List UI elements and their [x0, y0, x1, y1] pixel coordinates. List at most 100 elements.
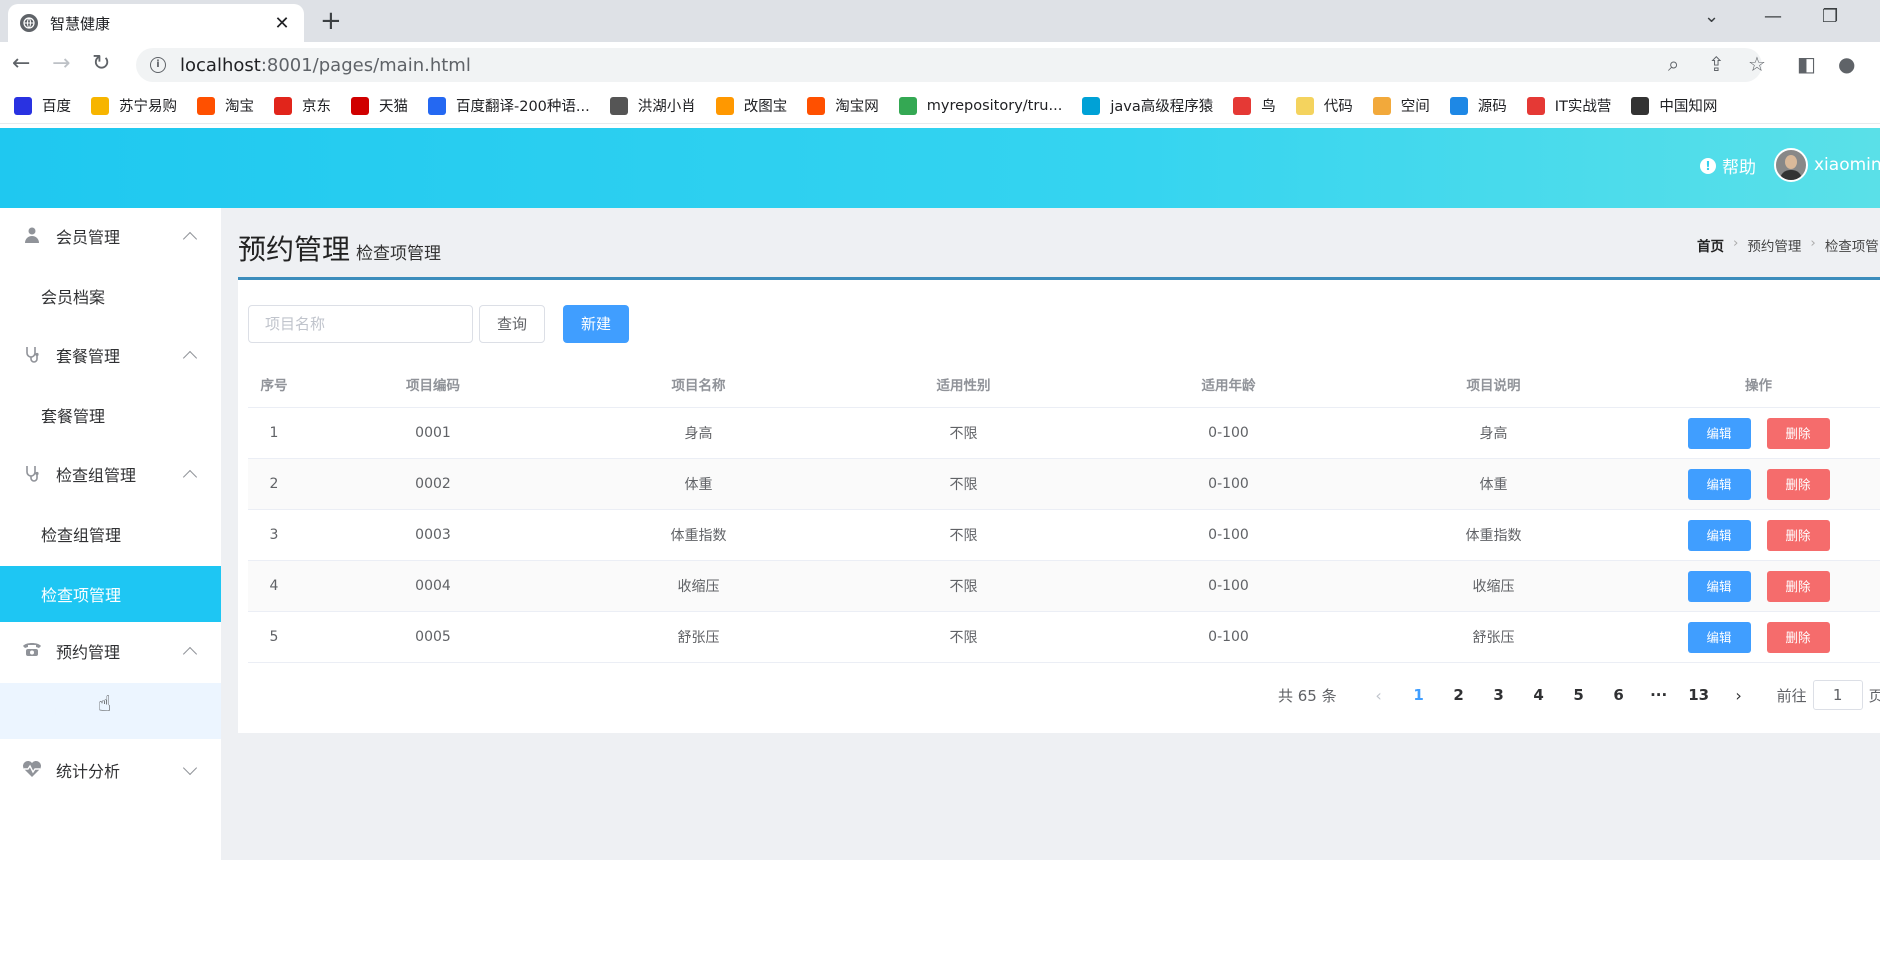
share-icon[interactable]: ⇪	[1708, 52, 1725, 76]
minimize-icon[interactable]: —	[1764, 6, 1782, 27]
table-cell-name: 体重	[684, 477, 713, 493]
table-cell-gender: 不限	[949, 528, 978, 544]
url-host: localhost	[180, 54, 261, 76]
bookmark-item[interactable]: 淘宝	[197, 95, 254, 116]
delete-button[interactable]: 删除	[1766, 468, 1830, 500]
bookmark-item[interactable]: 鸟	[1233, 95, 1276, 116]
new-button[interactable]: 新建	[563, 305, 629, 343]
page-number[interactable]: 6	[1599, 686, 1639, 704]
site-info-icon[interactable]: i	[150, 57, 166, 73]
menu-group-checkgroup[interactable]: 检查组管理	[0, 446, 221, 502]
page-number[interactable]: ···	[1639, 686, 1679, 704]
bookmark-item[interactable]: 淘宝网	[807, 95, 879, 116]
search-input[interactable]	[248, 305, 473, 343]
bookmark-item[interactable]: 京东	[274, 95, 331, 116]
bookmark-item[interactable]: 源码	[1449, 95, 1507, 116]
username: xiaoming	[1814, 155, 1880, 175]
restore-icon[interactable]: ❐	[1822, 6, 1838, 27]
goto-label: 前往	[1776, 686, 1807, 705]
bookmark-label: 源码	[1477, 99, 1507, 115]
bookmark-item[interactable]: 代码	[1295, 95, 1353, 116]
bookmark-label: 鸟	[1261, 99, 1276, 115]
close-tab-icon[interactable]: ✕	[272, 13, 292, 34]
bookmark-item[interactable]: 天猫	[351, 95, 408, 116]
chevron-up-icon	[182, 231, 198, 247]
table-cell-gender: 不限	[949, 579, 978, 595]
user-menu[interactable]: xiaoming	[1774, 148, 1880, 182]
next-page-icon[interactable]: ›	[1719, 686, 1759, 705]
delete-button[interactable]: 删除	[1766, 570, 1830, 602]
page-number[interactable]: 13	[1679, 686, 1719, 704]
query-button[interactable]: 查询	[479, 305, 545, 343]
breadcrumb-home[interactable]: 首页	[1697, 235, 1724, 255]
row-actions: 编辑 删除	[1626, 468, 1880, 500]
pagination-total: 共 65 条	[1278, 686, 1337, 705]
zoom-icon[interactable]: ⌕	[1668, 52, 1679, 76]
table-cell-age: 0-100	[1208, 476, 1249, 492]
page-number[interactable]: 2	[1439, 686, 1479, 704]
edit-button[interactable]: 编辑	[1687, 621, 1751, 653]
forward-icon[interactable]: →	[52, 52, 70, 76]
edit-button[interactable]: 编辑	[1687, 570, 1751, 602]
table-cell-name: 收缩压	[677, 579, 720, 595]
bookmark-star-icon[interactable]: ☆	[1748, 52, 1766, 76]
bookmark-favicon-icon	[1631, 96, 1650, 115]
browser-tab[interactable]: 智慧健康 ✕	[8, 4, 304, 42]
delete-button[interactable]: 删除	[1766, 519, 1830, 551]
edit-button[interactable]: 编辑	[1687, 519, 1751, 551]
side-panel-icon[interactable]: ◧	[1797, 52, 1816, 76]
tab-search-icon[interactable]: ⌄	[1704, 6, 1719, 27]
page-number[interactable]: 5	[1559, 686, 1599, 704]
delete-button[interactable]: 删除	[1766, 621, 1830, 653]
bookmark-favicon-icon	[91, 96, 109, 115]
breadcrumb-item[interactable]: 预约管理	[1747, 235, 1801, 255]
row-actions: 编辑 删除	[1626, 570, 1880, 602]
bookmark-item[interactable]: 苏宁易购	[91, 95, 177, 116]
sidebar-item-checkgroup[interactable]: 检查组管理	[0, 506, 221, 562]
bookmark-item[interactable]: 中国知网	[1631, 95, 1717, 116]
prev-page-icon[interactable]: ‹	[1359, 686, 1399, 705]
goto-page-input[interactable]: 1	[1812, 680, 1863, 710]
menu-group-statistics[interactable]: 统计分析	[0, 742, 221, 798]
edit-button[interactable]: 编辑	[1687, 468, 1751, 500]
bookmark-item[interactable]: 改图宝	[715, 95, 787, 116]
delete-button[interactable]: 删除	[1766, 417, 1830, 449]
bookmark-item[interactable]: java高级程序猿	[1082, 95, 1213, 116]
page-title-sub: 检查项管理	[356, 244, 442, 264]
bookmark-item[interactable]: myrepository/tru...	[898, 96, 1063, 115]
menu-group-package[interactable]: 套餐管理	[0, 327, 221, 383]
sidebar-item-checkitem[interactable]: 检查项管理	[0, 566, 221, 622]
bookmark-label: myrepository/tru...	[926, 97, 1063, 114]
bookmark-favicon-icon	[1295, 96, 1314, 115]
help-link[interactable]: ! 帮助	[1700, 153, 1756, 178]
menu-group-member[interactable]: 会员管理	[0, 208, 221, 264]
bookmark-item[interactable]: 百度翻译-200种语...	[428, 95, 590, 116]
menu-group-appointment[interactable]: 预约管理	[0, 623, 221, 679]
page-number[interactable]: 1	[1399, 686, 1439, 704]
back-icon[interactable]: ←	[12, 52, 30, 76]
profile-icon[interactable]: ●	[1838, 52, 1855, 76]
page-number[interactable]: 3	[1479, 686, 1519, 704]
menu-group-label: 预约管理	[56, 643, 121, 662]
page-number[interactable]: 4	[1519, 686, 1559, 704]
edit-button[interactable]: 编辑	[1687, 417, 1751, 449]
sidebar-item-member-archive[interactable]: 会员档案	[0, 268, 221, 324]
table-cell-code: 0001	[415, 425, 451, 441]
table-cell-name: 舒张压	[677, 630, 720, 646]
table-cell-no: 4	[269, 578, 279, 594]
reload-icon[interactable]: ↻	[92, 52, 110, 76]
column-header: 项目名称	[671, 377, 726, 394]
bookmark-favicon-icon	[609, 96, 628, 115]
bookmark-label: 百度翻译-200种语...	[456, 99, 590, 115]
sidebar-item-package[interactable]: 套餐管理	[0, 387, 221, 443]
bookmark-item[interactable]: 空间	[1372, 95, 1430, 116]
url-field[interactable]: i localhost:8001/pages/main.html	[136, 48, 1762, 82]
bookmark-item[interactable]: 洪湖小肖	[609, 95, 696, 116]
browser-tab-bar: 智慧健康 ✕ + ⌄ — ❐	[0, 0, 1880, 42]
chevron-down-icon	[182, 760, 198, 776]
help-label: 帮助	[1722, 158, 1756, 178]
new-tab-icon[interactable]: +	[320, 8, 342, 34]
bookmark-favicon-icon	[428, 96, 446, 115]
bookmark-item[interactable]: 百度	[14, 95, 71, 116]
bookmark-item[interactable]: IT实战营	[1526, 95, 1611, 116]
